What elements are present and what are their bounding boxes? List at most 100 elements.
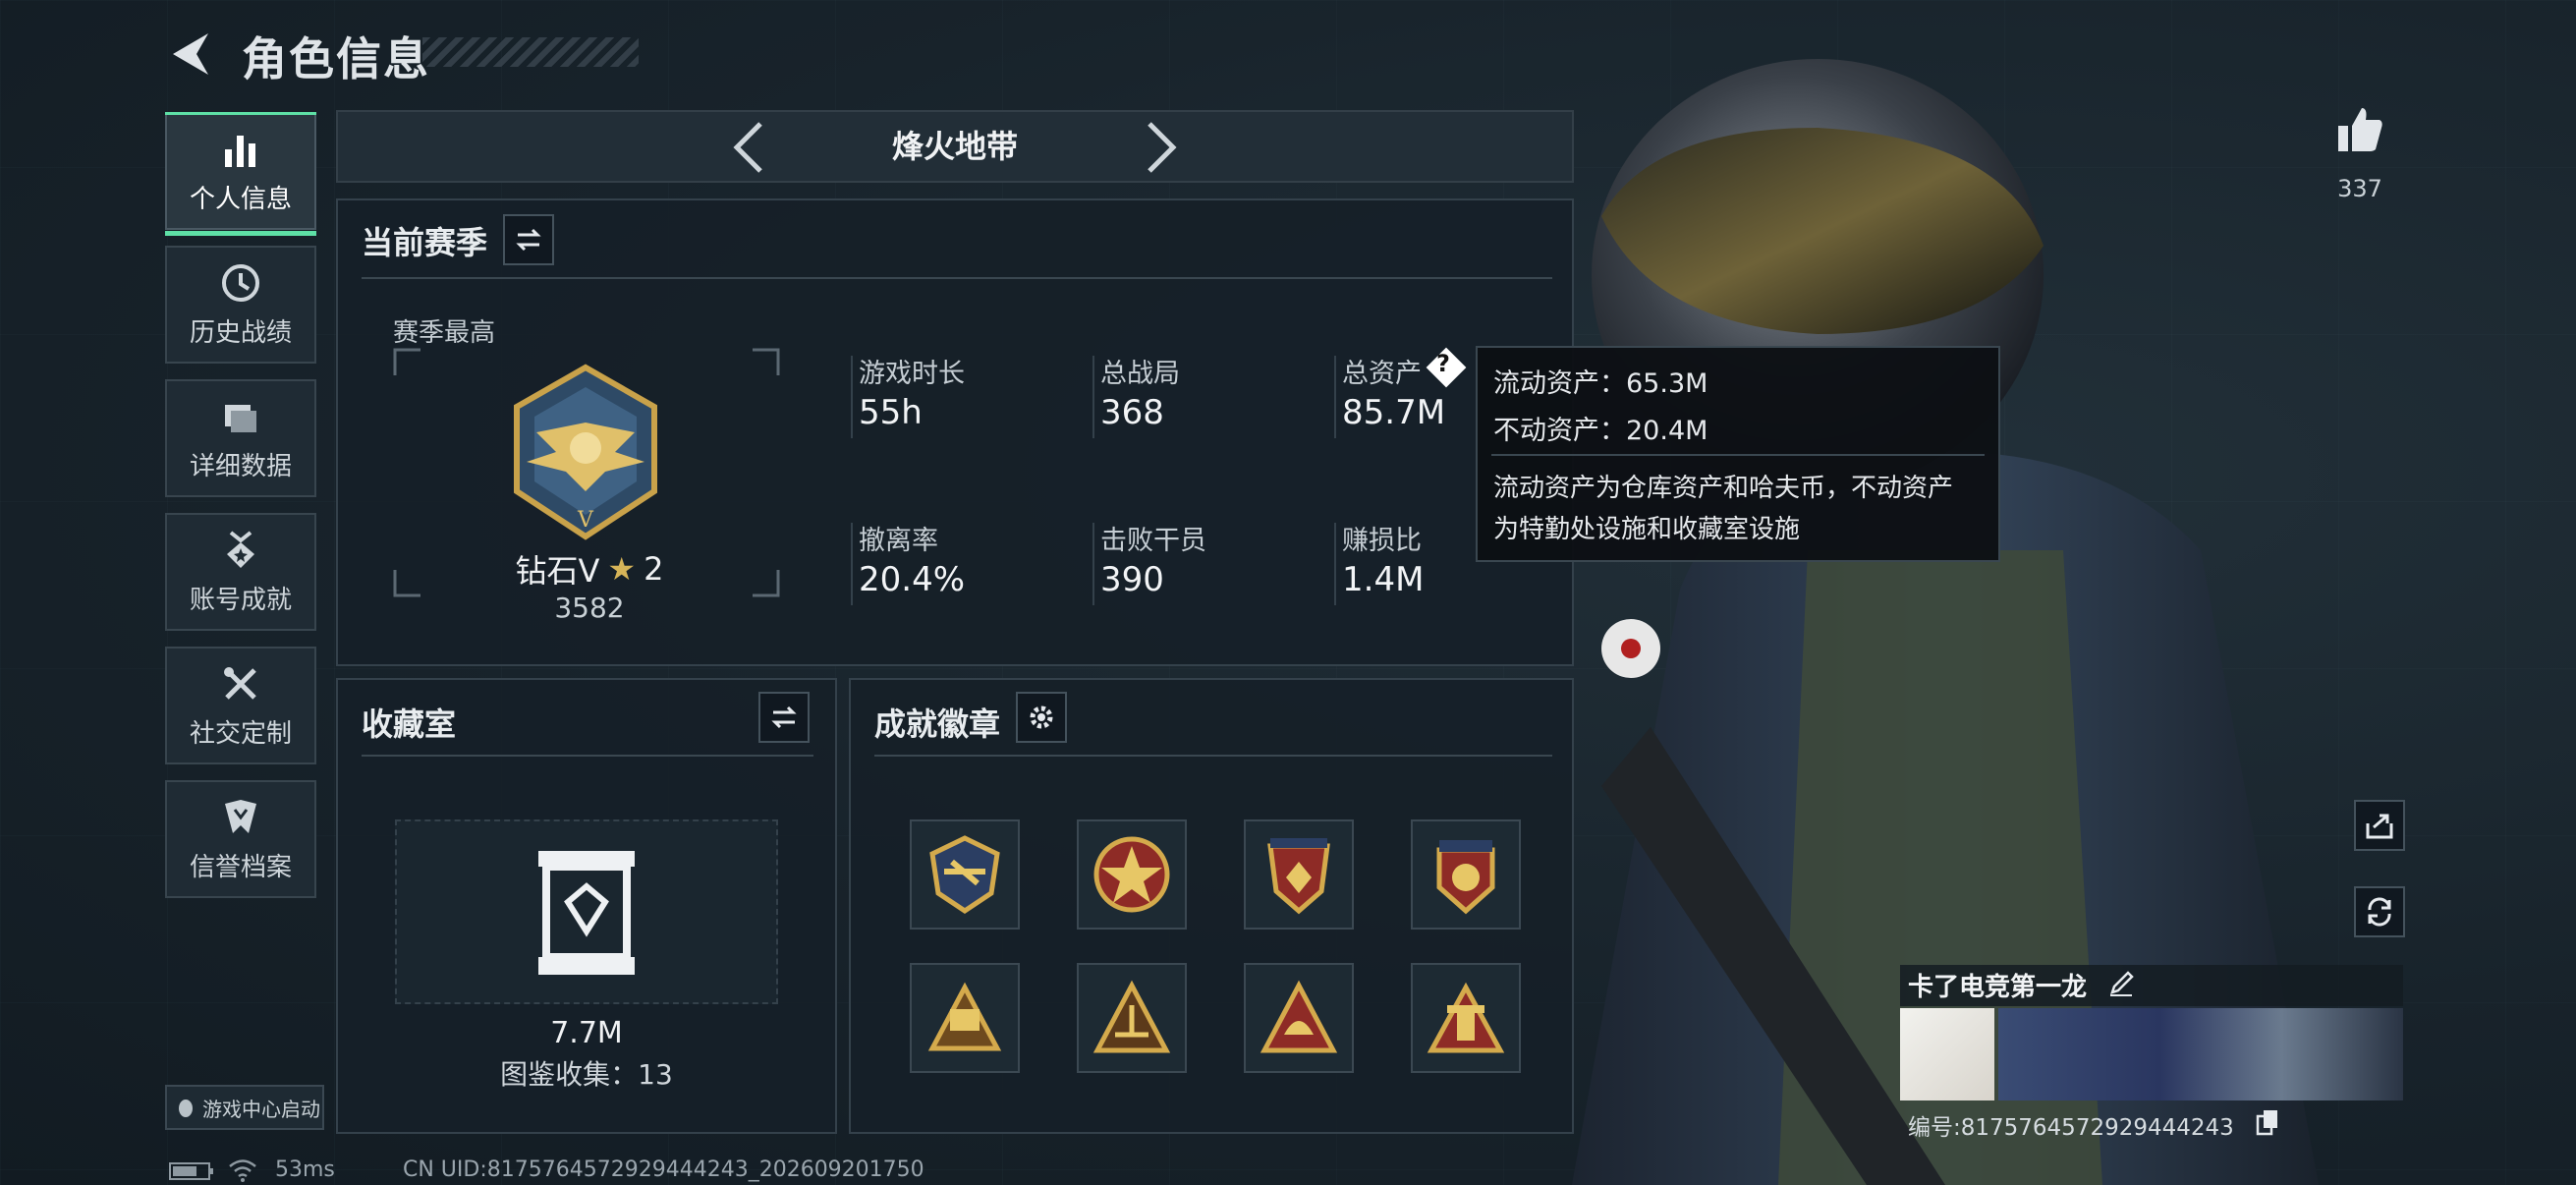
divider — [362, 755, 813, 757]
collection-title: 收藏室 — [362, 705, 457, 743]
swap-icon — [771, 705, 797, 729]
wifi-icon — [229, 1159, 256, 1182]
page-title: 角色信息 — [242, 32, 430, 85]
stat-value: 1.4M — [1342, 560, 1425, 599]
sidebar-item-label: 详细数据 — [189, 451, 292, 481]
display-case-icon — [538, 851, 635, 975]
collection-value: 7.7M — [550, 1016, 623, 1050]
sidebar-item-label: 历史战绩 — [189, 317, 292, 348]
badges-settings-button[interactable] — [1016, 692, 1067, 743]
stat-value: 390 — [1100, 560, 1164, 599]
bar-chart-icon — [225, 135, 255, 167]
player-uid: 编号:8175764572929444243 — [1908, 1115, 2234, 1141]
star-badge-icon — [1093, 836, 1170, 913]
sidebar-item-reputation[interactable]: 信誉档案 — [165, 780, 316, 898]
stat-label: 赚损比 — [1342, 526, 1422, 556]
badge-slot[interactable] — [1244, 819, 1354, 930]
tower-badge-icon — [1427, 982, 1505, 1053]
star-icon: ★ — [607, 550, 637, 588]
refresh-button[interactable] — [2354, 886, 2405, 937]
shield-badge-icon — [1267, 838, 1330, 915]
rank-score: 3582 — [554, 592, 625, 624]
mode-title: 烽火地带 — [891, 128, 1018, 165]
avatar[interactable] — [1900, 1008, 1994, 1100]
tooltip-desc-1: 流动资产为仓库资产和哈夫币，不动资产 — [1493, 474, 1954, 503]
edit-pencil-icon[interactable] — [2106, 969, 2136, 998]
divider — [874, 755, 1552, 757]
like-count: 337 — [2337, 175, 2382, 202]
tooltip-desc-2: 为特勤处设施和收藏室设施 — [1493, 515, 1801, 544]
refresh-icon — [2368, 897, 2391, 927]
stat-label: 撤离率 — [859, 526, 938, 556]
season-title: 当前赛季 — [362, 224, 488, 261]
profile-banner — [1998, 1008, 2403, 1100]
stat-label: 游戏时长 — [859, 359, 965, 389]
help-icon-glyph: ? — [1436, 350, 1450, 377]
clock-icon — [222, 263, 259, 302]
badge-slot[interactable] — [1077, 963, 1187, 1073]
rank-line: 钻石V ★ 2 — [491, 546, 688, 592]
cn-uid: CN UID:8175764572929444243_202609201750 — [403, 1157, 924, 1182]
share-button[interactable] — [2354, 800, 2405, 851]
stat-divider — [1092, 356, 1094, 438]
rank-stars: 2 — [644, 550, 664, 588]
divider — [362, 277, 1552, 279]
stat-divider — [1334, 356, 1336, 438]
stat-label: 总资产 — [1342, 359, 1422, 389]
back-arrow-icon[interactable] — [165, 28, 218, 81]
sidebar-item-label: 社交定制 — [189, 718, 292, 749]
helmet-badge-icon — [1260, 980, 1338, 1053]
stat-divider — [1092, 523, 1094, 605]
fist-badge-icon — [927, 982, 1002, 1051]
launch-label: 游戏中心启动 — [202, 1097, 320, 1121]
sidebar-item-personal-info[interactable]: 个人信息 — [165, 112, 316, 236]
season-best-label: 赛季最高 — [393, 318, 496, 348]
eagle-badge-icon — [1436, 840, 1495, 915]
badge-slot[interactable] — [1077, 819, 1187, 930]
badge-slot[interactable] — [910, 819, 1020, 930]
season-switch-button[interactable] — [503, 214, 554, 265]
player-name: 卡了电竞第一龙 — [1908, 973, 2088, 1002]
badge-slot[interactable] — [1411, 963, 1521, 1073]
sidebar-item-history[interactable]: 历史战绩 — [165, 246, 316, 364]
share-icon — [2366, 814, 2393, 839]
triangle-badge-icon — [1092, 980, 1171, 1053]
collection-switch-button[interactable] — [758, 692, 810, 743]
sidebar-item-label: 个人信息 — [189, 184, 292, 214]
wings-badge-icon — [929, 835, 1000, 915]
stat-label: 击败干员 — [1100, 526, 1206, 556]
copy-icon[interactable] — [2256, 1108, 2279, 1136]
sidebar-item-social[interactable]: 社交定制 — [165, 647, 316, 764]
game-center-launch-button[interactable]: 游戏中心启动 — [165, 1085, 324, 1130]
badge-slot[interactable] — [1244, 963, 1354, 1073]
tooltip-fixed: 不动资产：20.4M — [1493, 416, 1708, 446]
stat-divider — [851, 356, 853, 438]
badges-title: 成就徽章 — [874, 705, 1001, 743]
thumbs-up-icon[interactable] — [2334, 104, 2385, 155]
battery-icon — [169, 1162, 213, 1180]
sidebar-item-detailed-data[interactable]: 详细数据 — [165, 379, 316, 497]
badge-slot[interactable] — [910, 963, 1020, 1073]
stat-label: 总战局 — [1100, 359, 1180, 389]
tooltip-divider — [1491, 454, 1985, 456]
swap-icon — [516, 228, 541, 252]
stat-divider — [1334, 523, 1336, 605]
collection-count: 图鉴收集：13 — [500, 1058, 673, 1091]
next-mode-icon[interactable] — [1142, 120, 1181, 175]
asset-tooltip: 流动资产：65.3M 不动资产：20.4M 流动资产为仓库资产和哈夫币，不动资产… — [1476, 346, 2000, 562]
title-decoration — [422, 37, 639, 67]
penguin-icon — [179, 1100, 193, 1117]
badge-slot[interactable] — [1411, 819, 1521, 930]
stat-value: 55h — [859, 393, 923, 432]
tools-icon — [224, 666, 256, 700]
shield-icon — [225, 799, 256, 833]
stat-value: 20.4% — [859, 560, 966, 599]
sidebar-item-achievements[interactable]: 账号成就 — [165, 513, 316, 631]
ping: 53ms — [275, 1157, 335, 1182]
stat-value: 85.7M — [1342, 393, 1446, 432]
stat-value: 368 — [1100, 393, 1164, 432]
gear-icon — [1030, 705, 1053, 729]
sidebar-item-label: 信誉档案 — [189, 852, 292, 882]
folder-icon — [225, 404, 256, 432]
diamond-rank-emblem-icon: V — [514, 364, 657, 540]
